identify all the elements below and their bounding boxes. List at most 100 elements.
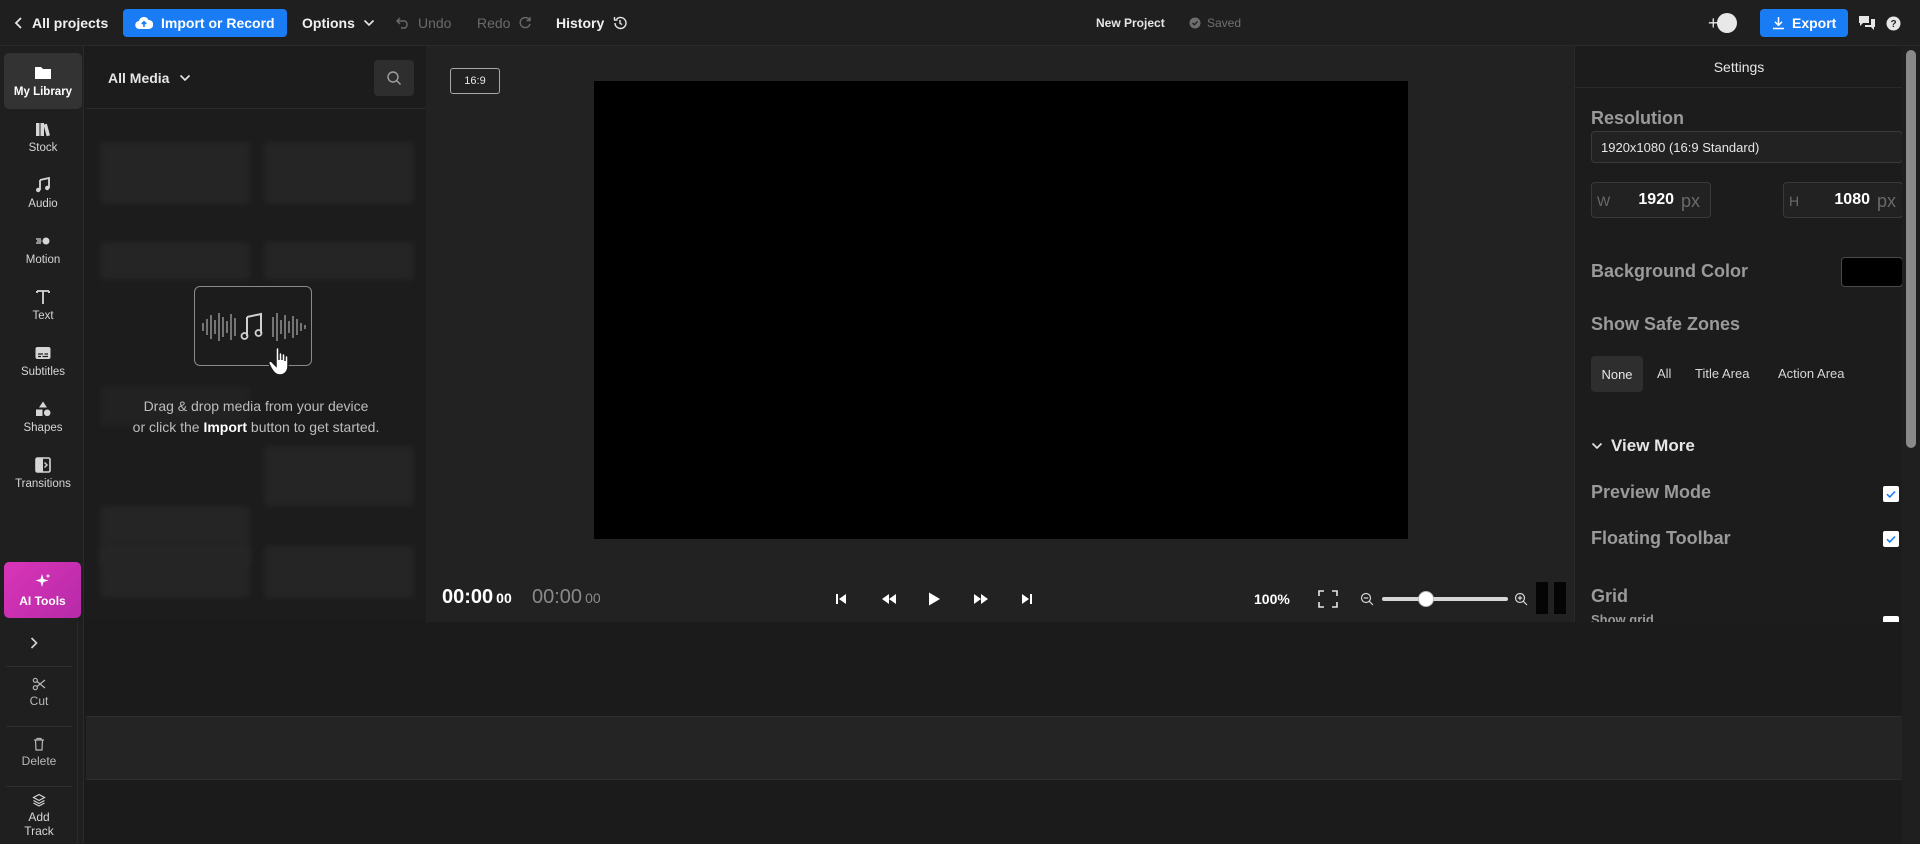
floating-toolbar-label: Floating Toolbar: [1591, 528, 1731, 548]
video-canvas[interactable]: [594, 81, 1408, 539]
zoom-percentage[interactable]: 100%: [1254, 591, 1290, 607]
show-grid-label: Show grid: [1591, 612, 1654, 622]
cut-label: Cut: [29, 694, 49, 708]
delete-button[interactable]: Delete: [6, 726, 72, 778]
safe-zone-action-area[interactable]: Action Area: [1778, 366, 1845, 381]
sidebar-item-my-library[interactable]: My Library: [4, 53, 82, 109]
zoom-in-icon[interactable]: [1514, 592, 1528, 606]
sidebar-item-label: Audio: [28, 198, 58, 210]
export-button[interactable]: Export: [1760, 9, 1849, 37]
subtitles-icon: [35, 347, 51, 359]
ai-tools-button[interactable]: AI Tools: [4, 562, 81, 618]
sidebar-item-label: Motion: [25, 254, 61, 266]
scrollbar-thumb[interactable]: [1906, 50, 1916, 448]
timeline-track[interactable]: [86, 716, 1902, 780]
height-field-unit: px: [1876, 191, 1896, 211]
safe-zone-title-area[interactable]: Title Area: [1695, 366, 1749, 381]
zoom-out-icon[interactable]: [1360, 592, 1374, 606]
sidebar-item-audio[interactable]: Audio: [4, 165, 82, 221]
options-menu[interactable]: Options: [302, 0, 375, 46]
skip-to-end-icon[interactable]: [1020, 592, 1034, 606]
zoom-slider[interactable]: [1382, 591, 1508, 607]
view-more-toggle[interactable]: View More: [1591, 436, 1695, 456]
sidebar-item-subtitles[interactable]: Subtitles: [4, 333, 82, 389]
media-placeholder: [100, 546, 250, 598]
background-color-swatch[interactable]: [1841, 257, 1902, 287]
playback-controls: 00:00 00 00:00 00 100%: [426, 576, 1574, 622]
timeline-tools: Cut Delete Add Track: [0, 622, 78, 844]
sparkle-icon: [35, 573, 50, 587]
video-editor: All projects Import or Record Options Un…: [0, 0, 1920, 844]
options-label: Options: [302, 15, 355, 31]
current-time-value: 00:00: [442, 586, 494, 608]
cut-button[interactable]: Cut: [6, 666, 72, 718]
history-button[interactable]: History: [556, 0, 628, 46]
sidebar-item-label: Transitions: [15, 478, 71, 490]
preview-mode-checkbox[interactable]: [1883, 486, 1899, 502]
media-filter-label: All Media: [108, 70, 170, 86]
sidebar-item-stock[interactable]: Stock: [4, 109, 82, 165]
top-bar: All projects Import or Record Options Un…: [0, 0, 1920, 46]
fast-forward-icon[interactable]: [972, 592, 990, 606]
layers-plus-icon: [32, 793, 46, 807]
fullscreen-icon[interactable]: [1318, 590, 1338, 608]
download-icon: [1773, 17, 1784, 30]
media-search-button[interactable]: [374, 60, 414, 96]
sidebar-item-transitions[interactable]: Transitions: [4, 445, 82, 501]
height-field[interactable]: H 1080 px: [1783, 182, 1902, 218]
panel-toggle-left[interactable]: [1536, 582, 1548, 614]
project-name[interactable]: New Project: [1096, 0, 1165, 46]
media-placeholder: [264, 142, 414, 204]
panel-toggle-right[interactable]: [1554, 582, 1566, 614]
transitions-icon: [35, 457, 51, 473]
preview-mode-label: Preview Mode: [1591, 482, 1712, 502]
drop-zone-illustration: [194, 286, 312, 376]
check-icon: [1886, 490, 1896, 499]
play-icon[interactable]: [926, 591, 942, 607]
drop-text-pre: or click the: [132, 419, 204, 435]
media-placeholder: [264, 446, 414, 506]
sidebar-item-text[interactable]: Text: [4, 277, 82, 333]
sidebar-item-motion[interactable]: Motion: [4, 221, 82, 277]
rewind-icon[interactable]: [880, 592, 898, 606]
history-icon: [614, 16, 627, 30]
cloud-upload-icon: [135, 16, 153, 30]
expand-timeline-button[interactable]: [28, 636, 40, 655]
all-projects-label: All projects: [32, 15, 109, 31]
safe-zone-none[interactable]: None: [1591, 356, 1643, 392]
media-panel: All Media Drag & drop media from your de…: [86, 46, 426, 620]
ai-tools-label: AI Tools: [19, 594, 66, 608]
width-field-value: 1920: [1638, 191, 1674, 208]
width-field-unit: px: [1680, 191, 1700, 211]
floating-toolbar-checkbox[interactable]: [1883, 531, 1899, 547]
motion-icon: [36, 237, 50, 245]
sidebar-item-label: Text: [32, 310, 54, 322]
current-time-frames: 00: [496, 590, 512, 606]
background-color-label: Background Color: [1591, 261, 1749, 281]
redo-button[interactable]: Redo: [477, 0, 532, 46]
resolution-select[interactable]: 1920x1080 (16:9 Standard): [1591, 131, 1902, 163]
help-button[interactable]: ?: [1886, 0, 1901, 46]
zoom-slider-thumb[interactable]: [1418, 591, 1435, 607]
safe-zone-all[interactable]: All: [1657, 366, 1671, 381]
skip-to-start-icon[interactable]: [834, 592, 848, 606]
add-track-button[interactable]: Add Track: [6, 786, 72, 844]
avatar[interactable]: [1716, 13, 1737, 33]
all-projects-link[interactable]: All projects: [14, 0, 108, 46]
page-scrollbar[interactable]: [1902, 46, 1920, 844]
grid-label: Grid: [1591, 586, 1629, 606]
scissors-icon: [32, 677, 46, 691]
width-field[interactable]: W 1920 px: [1591, 182, 1711, 218]
media-placeholder: [264, 242, 414, 280]
text-icon: [36, 290, 50, 304]
collaborators[interactable]: +: [1708, 0, 1737, 46]
sidebar-item-shapes[interactable]: Shapes: [4, 389, 82, 445]
undo-button[interactable]: Undo: [396, 0, 451, 46]
import-record-button[interactable]: Import or Record: [123, 9, 287, 37]
add-track-label: Add Track: [24, 810, 54, 838]
media-filter-dropdown[interactable]: All Media: [108, 70, 191, 86]
drop-instructions-line2: or click the Import button to get starte…: [86, 419, 426, 435]
sidebar-item-label: Subtitles: [20, 366, 66, 378]
comments-button[interactable]: [1858, 0, 1876, 46]
aspect-ratio-button[interactable]: 16:9: [450, 68, 500, 94]
